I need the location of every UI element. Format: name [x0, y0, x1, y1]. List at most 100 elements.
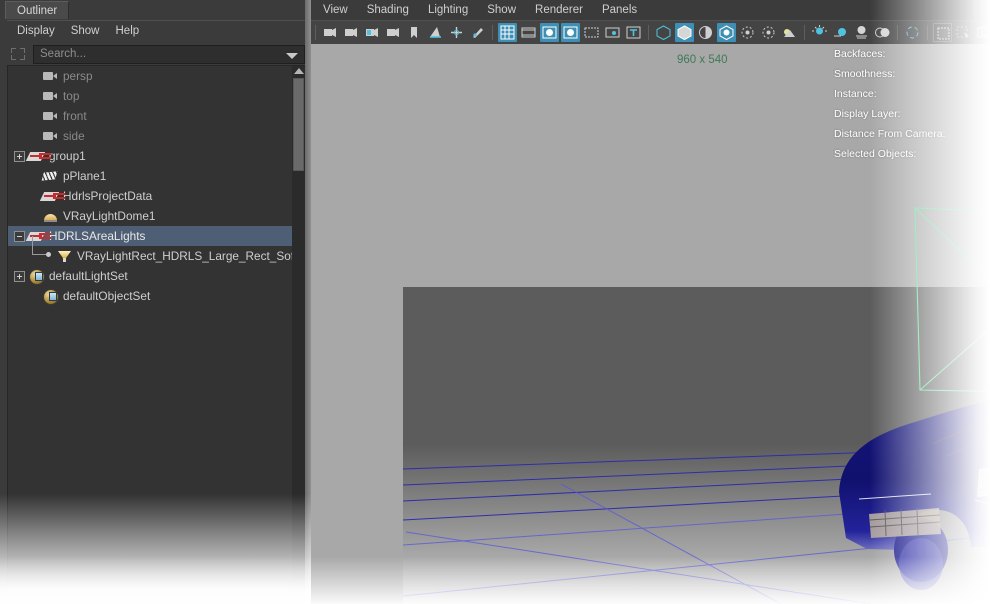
menu-show[interactable]: Show: [480, 2, 523, 18]
field-chart-icon[interactable]: [582, 23, 601, 42]
toolbar-separator: [315, 25, 316, 40]
outliner-item-side[interactable]: side: [8, 126, 293, 146]
outliner-item-vraylightrect-hdrls-large-rect-softbox[interactable]: VRayLightRect_HDRLS_Large_Rect_Softbox_: [8, 236, 305, 266]
camera-attributes-icon[interactable]: [384, 23, 403, 42]
exposure-icon[interactable]: [975, 23, 990, 42]
screen-space-ao-icon[interactable]: [873, 23, 892, 42]
grease-pencil-icon[interactable]: [468, 23, 487, 42]
outliner-item-vraylightdome1[interactable]: VRayLightDome1: [8, 206, 293, 226]
camera-icon: [42, 129, 59, 143]
camera-icon: [42, 69, 59, 83]
menu-panels[interactable]: Panels: [595, 2, 644, 18]
outliner-item-group1[interactable]: group1: [8, 146, 293, 166]
menu-renderer[interactable]: Renderer: [528, 2, 590, 18]
viewport-toolbar: [311, 20, 990, 44]
hud-label: Selected Objects:: [834, 148, 917, 160]
marquee-select-icon[interactable]: [7, 45, 29, 63]
menu-show[interactable]: Show: [65, 23, 106, 39]
menu-help[interactable]: Help: [110, 23, 146, 39]
menu-shading[interactable]: Shading: [360, 2, 416, 18]
outliner-item-label: front: [63, 109, 87, 123]
outliner-item-label: pPlane1: [63, 169, 107, 183]
expand-icon[interactable]: [14, 150, 25, 162]
outliner-item-label: defaultObjectSet: [63, 289, 151, 303]
wireframe-on-shaded-icon[interactable]: [717, 23, 736, 42]
xray-icon[interactable]: [738, 23, 757, 42]
lock-camera-icon[interactable]: [363, 23, 382, 42]
safe-action-icon[interactable]: [603, 23, 622, 42]
toolbar-separator: [897, 25, 898, 40]
outliner-tabstrip: Outliner: [0, 0, 311, 19]
set-icon: [28, 269, 45, 285]
search-box[interactable]: [33, 44, 305, 64]
menu-lighting[interactable]: Lighting: [421, 2, 475, 18]
outliner-item-top[interactable]: top: [8, 86, 293, 106]
outliner-item-label: group1: [49, 149, 86, 163]
scrollbar-thumb[interactable]: [293, 78, 304, 171]
viewport-canvas[interactable]: 960 x 540 Backfaces: Smoothness: Instance:…: [311, 44, 990, 604]
outliner-item-defaultobjectset[interactable]: defaultObjectSet: [8, 286, 293, 306]
texture-icon[interactable]: [780, 23, 799, 42]
toolbar-separator: [648, 25, 649, 40]
search-input[interactable]: [34, 45, 289, 63]
outliner-item-label: HDRLSAreaLights: [49, 229, 146, 243]
outliner-item-persp[interactable]: persp: [8, 66, 293, 86]
bookmark-icon[interactable]: [405, 23, 424, 42]
outliner-tree[interactable]: persp top front side group1 pPlane1 HdrlsProje…: [7, 65, 305, 600]
two-d-pan-zoom-icon[interactable]: [447, 23, 466, 42]
hud-label: Distance From Camera:: [834, 128, 946, 140]
outliner-item-label: persp: [63, 69, 93, 83]
scroll-up-arrow-icon[interactable]: [294, 68, 304, 74]
isolate-select-icon[interactable]: [903, 23, 922, 42]
outliner-item-defaultlightset[interactable]: defaultLightSet: [8, 266, 293, 286]
tree-connector: [32, 236, 51, 257]
outliner-item-label: top: [63, 89, 80, 103]
area-light-gizmo: [914, 207, 990, 393]
outliner-item-hdrlsarealights[interactable]: HDRLSAreaLights: [8, 226, 293, 246]
xray-active-icon[interactable]: [954, 23, 973, 42]
mesh-icon: [42, 169, 59, 183]
select-camera-icon[interactable]: [321, 23, 340, 42]
use-all-lights-icon[interactable]: [831, 23, 850, 42]
tab-outliner[interactable]: Outliner: [5, 1, 70, 19]
use-default-lighting-icon[interactable]: [810, 23, 829, 42]
collapse-icon[interactable]: [14, 230, 25, 242]
area-light-icon: [56, 249, 73, 263]
resolution-gate-label: 960 x 540: [677, 54, 728, 66]
grid-icon[interactable]: [498, 23, 517, 42]
outliner-item-label: defaultLightSet: [49, 269, 128, 283]
paint-effects-icon[interactable]: [933, 23, 952, 42]
toolbar-separator: [927, 25, 928, 40]
smooth-shade-icon[interactable]: [675, 23, 694, 42]
resolution-gate-icon[interactable]: [540, 23, 559, 42]
dome-light-icon: [42, 209, 59, 223]
outliner-item-hdrlsprojectdata[interactable]: HdrlsProjectData: [8, 186, 293, 206]
menu-view[interactable]: View: [316, 2, 355, 18]
image-plane-icon[interactable]: [426, 23, 445, 42]
expand-icon[interactable]: [14, 270, 25, 282]
shade-flat-icon[interactable]: [696, 23, 715, 42]
menu-display[interactable]: Display: [11, 23, 61, 39]
outliner-panel: Outliner Display Show Help persp top front…: [0, 0, 311, 604]
film-gate-icon[interactable]: [519, 23, 538, 42]
gate-mask-icon[interactable]: [561, 23, 580, 42]
maya-window: Outliner Display Show Help persp top front…: [0, 0, 990, 604]
viewport-menubar: View Shading Lighting Show Renderer Pane…: [311, 0, 990, 20]
outliner-item-label: side: [63, 129, 85, 143]
hud-label: Display Layer:: [834, 108, 901, 120]
outliner-item-front[interactable]: front: [8, 106, 293, 126]
viewport-hud: Backfaces: Smoothness: Instance: Display La…: [834, 44, 986, 164]
wireframe-icon[interactable]: [654, 23, 673, 42]
safe-title-icon[interactable]: [624, 23, 643, 42]
chevron-down-icon[interactable]: [286, 52, 298, 59]
shadows-icon[interactable]: [852, 23, 871, 42]
outliner-item-label: VRayLightDome1: [63, 209, 156, 223]
outliner-scrollbar[interactable]: [292, 66, 305, 600]
outliner-item-pplane1[interactable]: pPlane1: [8, 166, 293, 186]
set-icon: [42, 289, 59, 305]
camera-icon: [42, 89, 59, 103]
panel-divider[interactable]: [305, 0, 311, 604]
xray-joints-icon[interactable]: [759, 23, 778, 42]
camera-icon[interactable]: [342, 23, 361, 42]
transform-icon: [42, 189, 59, 203]
